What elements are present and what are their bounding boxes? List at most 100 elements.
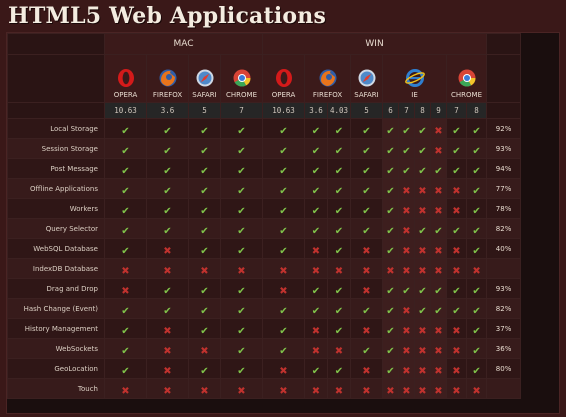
cross-icon: ✖ (402, 186, 411, 197)
corner-cell (7, 54, 105, 103)
support-cell: ✔ (465, 238, 488, 259)
version-cell: 8 (465, 102, 488, 119)
check-icon: ✔ (200, 246, 209, 257)
cross-icon: ✖ (163, 346, 172, 357)
support-cell: ✖ (446, 358, 467, 379)
support-cell: ✔ (188, 118, 221, 139)
support-cell: ✖ (398, 198, 415, 219)
browser-header-row: OPERA FIREFOX SAFARI CHROME OPERA FIREFOX SAFA… (7, 54, 522, 103)
support-cell: ✔ (146, 178, 189, 199)
support-percent (486, 258, 522, 279)
support-cell: ✔ (350, 158, 383, 179)
support-cell: ✔ (220, 158, 263, 179)
check-icon: ✔ (362, 126, 371, 137)
support-cell: ✖ (262, 358, 305, 379)
support-cell: ✔ (430, 278, 447, 299)
feature-label: Offline Applications (7, 178, 105, 199)
support-cell: ✔ (104, 238, 147, 259)
cross-icon: ✖ (311, 386, 321, 397)
version-cell: 7 (220, 102, 263, 119)
support-cell: ✖ (414, 238, 431, 259)
support-cell: ✔ (262, 218, 305, 239)
check-icon: ✔ (402, 146, 411, 157)
check-icon: ✔ (200, 366, 209, 377)
check-icon: ✔ (163, 166, 172, 177)
cross-icon: ✖ (434, 326, 443, 337)
check-icon: ✔ (279, 306, 288, 317)
support-cell: ✖ (465, 378, 488, 399)
cross-icon: ✖ (362, 266, 371, 277)
support-cell: ✔ (350, 138, 383, 159)
check-icon: ✔ (472, 186, 481, 197)
support-cell: ✖ (430, 178, 447, 199)
support-cell: ✔ (414, 278, 431, 299)
cross-icon: ✖ (452, 366, 461, 377)
check-icon: ✔ (418, 226, 427, 237)
check-icon: ✔ (237, 226, 246, 237)
check-icon: ✔ (311, 146, 321, 157)
browser-opera-header: OPERA (104, 54, 147, 103)
version-row: 10.63 3.6 5 7 10.63 3.6 4.03 5 6 7 8 9 7 8 (7, 102, 522, 119)
ie-icon (404, 69, 425, 87)
support-cell: ✔ (430, 218, 447, 239)
support-cell: ✔ (327, 278, 351, 299)
check-icon: ✔ (121, 326, 130, 337)
page-title: HTML5 Web Applications (8, 3, 327, 29)
group-header-row: MAC WIN (7, 33, 522, 55)
support-cell: ✖ (304, 338, 328, 359)
browser-chrome-header: CHROME (445, 54, 488, 103)
check-icon: ✔ (386, 246, 395, 257)
check-icon: ✔ (434, 286, 443, 297)
support-cell: ✔ (414, 218, 431, 239)
support-cell: ✖ (398, 298, 415, 319)
feature-row: WebSQL Database ✔ ✖ ✔ ✔ ✔ ✖ ✔ ✖ ✔ ✖ ✖ ✖ ✖ ✔ 40% (7, 238, 522, 259)
check-icon: ✔ (121, 206, 130, 217)
support-cell: ✔ (104, 218, 147, 239)
feature-label: GeoLocation (7, 358, 105, 379)
support-cell: ✖ (304, 238, 328, 259)
support-cell: ✖ (430, 358, 447, 379)
support-cell: ✔ (414, 138, 431, 159)
support-cell: ✔ (304, 358, 328, 379)
support-percent: 93% (486, 278, 522, 299)
support-cell: ✖ (446, 338, 467, 359)
check-icon: ✔ (163, 306, 172, 317)
check-icon: ✔ (386, 186, 395, 197)
check-icon: ✔ (472, 326, 481, 337)
cross-icon: ✖ (434, 386, 443, 397)
chrome-icon (458, 69, 476, 87)
check-icon: ✔ (418, 306, 427, 317)
check-icon: ✔ (121, 366, 130, 377)
cross-icon: ✖ (434, 186, 443, 197)
check-icon: ✔ (472, 146, 481, 157)
check-icon: ✔ (434, 226, 443, 237)
cross-icon: ✖ (402, 386, 411, 397)
opera-icon (117, 69, 134, 87)
cross-icon: ✖ (452, 186, 461, 197)
feature-label: WebSockets (7, 338, 105, 359)
check-icon: ✔ (386, 286, 395, 297)
cross-icon: ✖ (402, 326, 411, 337)
cross-icon: ✖ (311, 326, 321, 337)
feature-label: IndexDB Database (7, 258, 105, 279)
check-icon: ✔ (472, 286, 481, 297)
support-cell: ✔ (104, 158, 147, 179)
support-cell: ✖ (304, 378, 328, 399)
support-cell: ✖ (220, 378, 263, 399)
support-cell: ✔ (446, 118, 467, 139)
check-icon: ✔ (200, 126, 209, 137)
cross-icon: ✖ (334, 386, 344, 397)
check-icon: ✔ (386, 326, 395, 337)
browser-opera-header: OPERA (262, 54, 305, 103)
opera-icon (275, 69, 292, 87)
safari-icon (358, 69, 375, 87)
feature-row: Touch ✖ ✖ ✖ ✖ ✖ ✖ ✖ ✖ ✖ ✖ ✖ ✖ ✖ ✖ (7, 378, 522, 399)
support-cell: ✔ (327, 198, 351, 219)
support-cell: ✔ (146, 138, 189, 159)
cross-icon: ✖ (163, 326, 172, 337)
check-icon: ✔ (279, 186, 288, 197)
check-icon: ✔ (163, 226, 172, 237)
check-icon: ✔ (418, 286, 427, 297)
check-icon: ✔ (311, 226, 321, 237)
support-cell: ✔ (104, 358, 147, 379)
